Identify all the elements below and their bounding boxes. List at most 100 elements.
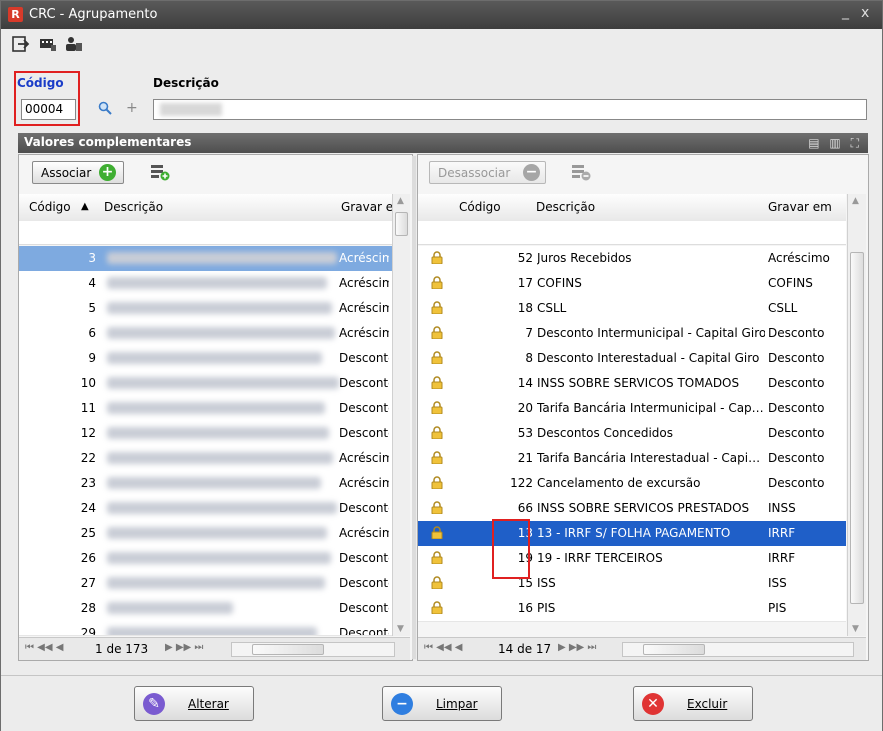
left-row-description-blurred bbox=[107, 352, 322, 364]
minimize-button[interactable]: _ bbox=[842, 4, 849, 20]
sort-asc-icon: ▲ bbox=[81, 201, 89, 212]
right-horizontal-scrollbar[interactable] bbox=[622, 642, 854, 657]
right-row-description: Descontos Concedidos bbox=[537, 426, 674, 440]
right-table-row[interactable]: 122 Cancelamento de excursão Desconto bbox=[418, 471, 846, 497]
right-row-code: 20 bbox=[517, 401, 533, 415]
disassociate-button[interactable]: Desassociar − bbox=[429, 161, 546, 184]
right-row-save: COFINS bbox=[768, 276, 813, 290]
scroll-up-icon[interactable]: ▲ bbox=[397, 196, 404, 206]
right-row-save: Desconto bbox=[768, 476, 825, 490]
first-page-icon[interactable]: ⏮ ◀◀ ◀ bbox=[25, 642, 63, 653]
right-table-row[interactable]: 20 Tarifa Bancária Intermunicipal - Cap… D… bbox=[418, 396, 846, 422]
left-table-row[interactable]: 3 Acréscim bbox=[19, 246, 392, 272]
right-table-row[interactable]: 18 CSLL CSLL bbox=[418, 296, 846, 322]
excluir-button[interactable]: ✕ Excluir bbox=[633, 686, 753, 721]
right-grid-header: Código Descrição Gravar em bbox=[418, 194, 846, 222]
right-row-description: CSLL bbox=[537, 301, 567, 315]
right-table-row[interactable]: 8 Desconto Interestadual - Capital Giro De… bbox=[418, 346, 846, 372]
left-col-save[interactable]: Gravar e bbox=[341, 200, 393, 214]
left-table-row[interactable]: 25 Acréscim bbox=[19, 521, 392, 547]
right-table-row[interactable]: 13 13 - IRRF S/ FOLHA PAGAMENTO IRRF bbox=[418, 521, 846, 547]
left-vertical-scrollbar[interactable]: ▲ ▼ bbox=[392, 194, 410, 636]
left-table-row[interactable]: 12 Descontc bbox=[19, 421, 392, 447]
close-button[interactable]: x bbox=[861, 5, 869, 21]
right-row-description: INSS SOBRE SERVICOS TOMADOS bbox=[537, 376, 740, 390]
left-table-row[interactable]: 6 Acréscim bbox=[19, 321, 392, 347]
first-page-icon[interactable]: ⏮ ◀◀ ◀ bbox=[424, 642, 462, 653]
limpar-button[interactable]: − Limpar bbox=[382, 686, 502, 721]
next-page-icon[interactable]: ▶ ▶▶ ⏭ bbox=[558, 642, 596, 653]
right-scroll-thumb[interactable] bbox=[850, 252, 864, 604]
left-table-row[interactable]: 9 Descontc bbox=[19, 346, 392, 372]
search-icon[interactable] bbox=[98, 101, 112, 115]
right-table-row[interactable]: 15 ISS ISS bbox=[418, 571, 846, 597]
panel-splitter[interactable] bbox=[412, 156, 416, 659]
left-table-row[interactable]: 24 Descontc bbox=[19, 496, 392, 522]
left-table-row[interactable]: 10 Descontc bbox=[19, 371, 392, 397]
right-table-row[interactable]: 19 19 - IRRF TERCEIROS IRRF bbox=[418, 546, 846, 572]
left-table-row[interactable]: 26 Descontc bbox=[19, 546, 392, 572]
right-row-description: Desconto Interestadual - Capital Giro bbox=[537, 351, 760, 365]
exit-icon[interactable] bbox=[12, 36, 30, 52]
right-table-row[interactable]: 7 Desconto Intermunicipal - Capital Giro D… bbox=[418, 321, 846, 347]
list-remove-icon[interactable] bbox=[571, 163, 591, 181]
right-table-row[interactable]: 21 Tarifa Bancária Interestadual - Capi… D… bbox=[418, 446, 846, 472]
right-hscroll-thumb[interactable] bbox=[643, 644, 705, 655]
right-table-row[interactable]: 17 COFINS COFINS bbox=[418, 271, 846, 297]
left-table-row[interactable]: 22 Acréscim bbox=[19, 446, 392, 472]
left-row-code: 29 bbox=[80, 626, 96, 636]
left-row-save: Acréscim bbox=[339, 301, 389, 315]
add-icon[interactable]: + bbox=[126, 100, 138, 116]
group-title: Valores complementares bbox=[24, 135, 192, 149]
scroll-down-icon[interactable]: ▼ bbox=[852, 624, 859, 634]
left-row-description-blurred bbox=[107, 552, 331, 564]
lock-icon bbox=[431, 451, 443, 464]
alterar-button[interactable]: ✎ Alterar bbox=[134, 686, 254, 721]
right-col-desc[interactable]: Descrição bbox=[536, 200, 595, 214]
list-add-icon[interactable] bbox=[150, 163, 170, 181]
users-icon[interactable] bbox=[65, 36, 83, 52]
right-row-code: 8 bbox=[525, 351, 533, 365]
right-filter-row[interactable] bbox=[418, 221, 846, 245]
code-field[interactable]: 00004 bbox=[21, 99, 76, 120]
left-hscroll-thumb[interactable] bbox=[252, 644, 324, 655]
left-table-row[interactable]: 23 Acréscim bbox=[19, 471, 392, 497]
right-table-row[interactable]: 53 Descontos Concedidos Desconto bbox=[418, 421, 846, 447]
left-row-description-blurred bbox=[107, 427, 329, 439]
left-horizontal-scrollbar[interactable] bbox=[231, 642, 395, 657]
right-table-row[interactable]: 66 INSS SOBRE SERVICOS PRESTADOS INSS bbox=[418, 496, 846, 522]
keyboard-icon[interactable] bbox=[39, 36, 57, 52]
left-table-row[interactable]: 29 Descontc bbox=[19, 621, 392, 636]
left-row-save: Acréscim bbox=[339, 476, 389, 490]
left-table-row[interactable]: 5 Acréscim bbox=[19, 296, 392, 322]
right-table-row[interactable]: 52 Juros Recebidos Acréscimo bbox=[418, 246, 846, 272]
left-col-code[interactable]: Código bbox=[29, 200, 71, 214]
scroll-up-icon[interactable]: ▲ bbox=[852, 196, 859, 206]
next-page-icon[interactable]: ▶ ▶▶ ⏭ bbox=[165, 642, 203, 653]
right-table-row[interactable]: 16 PIS PIS bbox=[418, 596, 846, 622]
right-col-save[interactable]: Gravar em bbox=[768, 200, 832, 214]
right-table-row[interactable]: 14 INSS SOBRE SERVICOS TOMADOS Desconto bbox=[418, 371, 846, 397]
left-row-description-blurred bbox=[107, 327, 335, 339]
main-window: R CRC - Agrupamento _ x Código Descrição… bbox=[0, 0, 883, 731]
left-page-count: 1 de 173 bbox=[95, 642, 149, 656]
associate-button[interactable]: Associar + bbox=[32, 161, 124, 184]
scroll-down-icon[interactable]: ▼ bbox=[397, 624, 404, 634]
description-field[interactable] bbox=[153, 99, 867, 120]
left-row-description-blurred bbox=[107, 627, 317, 635]
left-scroll-thumb[interactable] bbox=[395, 212, 408, 236]
left-table-row[interactable]: 11 Descontc bbox=[19, 396, 392, 422]
group-header-icons[interactable]: ▤ ▥ ⛶ bbox=[808, 136, 862, 151]
right-page-count: 14 de 17 bbox=[498, 642, 552, 656]
right-col-code[interactable]: Código bbox=[459, 200, 501, 214]
left-table-row[interactable]: 28 Descontc bbox=[19, 596, 392, 622]
left-row-code: 6 bbox=[88, 326, 96, 340]
left-col-desc[interactable]: Descrição bbox=[104, 200, 163, 214]
left-filter-row[interactable] bbox=[19, 221, 392, 245]
left-row-save: Descontc bbox=[339, 351, 389, 365]
left-table-row[interactable]: 27 Descontc bbox=[19, 571, 392, 597]
left-table-row[interactable]: 4 Acréscim bbox=[19, 271, 392, 297]
left-row-description-blurred bbox=[107, 527, 327, 539]
title-bar[interactable]: R CRC - Agrupamento _ x bbox=[1, 1, 882, 29]
right-vertical-scrollbar[interactable]: ▲ ▼ bbox=[847, 194, 866, 636]
